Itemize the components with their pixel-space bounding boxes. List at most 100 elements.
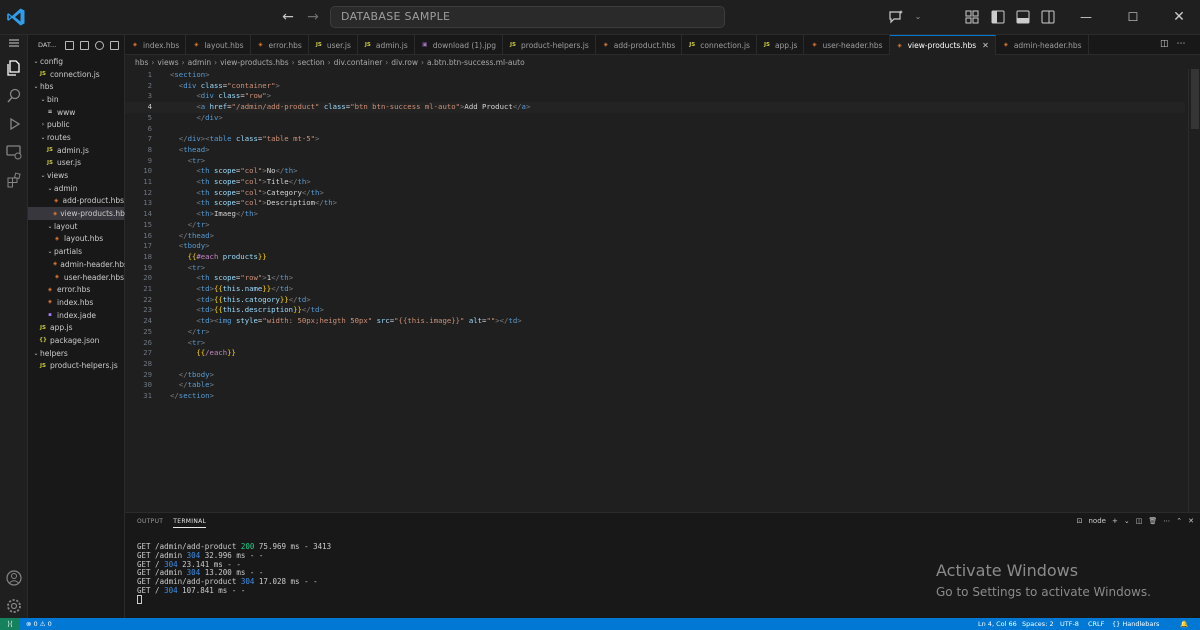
breadcrumb-segment[interactable]: views (157, 58, 178, 67)
code-line[interactable]: 17 <tbody> (125, 241, 1185, 252)
more-actions-icon[interactable]: ⋯ (1163, 517, 1170, 525)
encoding[interactable]: UTF-8 (1060, 618, 1079, 630)
problems-indicator[interactable]: ⊗ 0 ⚠ 0 (26, 618, 52, 630)
explorer-icon[interactable] (5, 59, 23, 77)
copilot-chat-icon[interactable] (888, 9, 904, 25)
more-actions-icon[interactable]: ⋯ (1177, 39, 1186, 49)
cursor-position[interactable]: Ln 4, Col 66 (978, 618, 1017, 630)
workspace-title[interactable]: DAT... (38, 41, 56, 49)
folder-item[interactable]: ⌄ bin (28, 93, 124, 106)
editor-tab[interactable]: ◈ user-header.hbs (804, 35, 890, 55)
code-line[interactable]: 22 <td>{{this.catogory}}</td> (125, 295, 1185, 306)
code-line[interactable]: 2 <div class="container"> (125, 81, 1185, 92)
folder-item[interactable]: ⌄ config (28, 55, 124, 68)
code-line[interactable]: 31 </section> (125, 391, 1185, 402)
folder-item[interactable]: ⌄ views (28, 169, 124, 182)
terminal-prompt[interactable] (137, 595, 142, 605)
folder-item[interactable]: ⌄ admin (28, 182, 124, 195)
minimize-button[interactable]: — (1075, 7, 1097, 27)
code-editor[interactable]: 1 <section> 2 <div class="container"> 3 <di… (125, 69, 1200, 512)
code-line[interactable]: 27 {{/each}} (125, 348, 1185, 359)
file-item[interactable]: ▪ index.jade (28, 309, 124, 322)
editor-tab[interactable]: ◈ admin-header.hbs (996, 35, 1089, 55)
forward-arrow-icon[interactable]: → (305, 9, 321, 25)
remote-indicator-icon[interactable]: ⟩⟨ (0, 618, 20, 630)
code-line[interactable]: 15 </tr> (125, 220, 1185, 231)
code-line[interactable]: 1 <section> (125, 70, 1185, 81)
folder-item[interactable]: ⌄ partials (28, 245, 124, 258)
kill-terminal-icon[interactable]: 🗑 (1148, 517, 1157, 525)
code-line[interactable]: 23 <td>{{this.description}}</td> (125, 305, 1185, 316)
command-center-search[interactable]: DATABASE SAMPLE (330, 6, 725, 28)
file-item[interactable]: ◈ index.hbs (28, 296, 124, 309)
folder-item[interactable]: ⌄ helpers (28, 347, 124, 360)
code-line[interactable]: 6 (125, 124, 1185, 135)
breadcrumb-segment[interactable]: section (298, 58, 325, 67)
folder-item[interactable]: ⌄ routes (28, 131, 124, 144)
chevron-down-icon[interactable]: ⌄ (910, 9, 926, 25)
line-ending[interactable]: CRLF (1088, 618, 1104, 630)
run-debug-icon[interactable] (5, 115, 23, 133)
code-line[interactable]: 25 </tr> (125, 327, 1185, 338)
search-icon[interactable] (5, 87, 23, 105)
code-line[interactable]: 3 <div class="row"> (125, 91, 1185, 102)
editor-tab[interactable]: ◈ layout.hbs (186, 35, 251, 55)
file-item[interactable]: JS product-helpers.js (28, 360, 124, 373)
code-line[interactable]: 14 <th>Imaeg</th> (125, 209, 1185, 220)
code-line[interactable]: 24 <td><img style="width: 50px;heigth 50… (125, 316, 1185, 327)
new-file-icon[interactable] (65, 40, 75, 50)
code-line[interactable]: 28 (125, 359, 1185, 370)
code-line[interactable]: 13 <th scope="col">Descriptiom</th> (125, 198, 1185, 209)
breadcrumb-segment[interactable]: hbs (135, 58, 148, 67)
collapse-all-icon[interactable] (110, 40, 120, 50)
editor-tab[interactable]: JS app.js (757, 35, 805, 55)
folder-item[interactable]: ⌄ layout (28, 220, 124, 233)
code-line[interactable]: 18 {{#each products}} (125, 252, 1185, 263)
editor-scrollbar[interactable] (1188, 69, 1200, 512)
terminal-shell-icon[interactable]: ⊡ (1077, 517, 1083, 525)
editor-tab[interactable]: ◈ index.hbs (125, 35, 187, 55)
editor-tab[interactable]: ◈ view-products.hbs ✕ (889, 35, 996, 55)
code-line[interactable]: 12 <th scope="col">Category</th> (125, 188, 1185, 199)
close-window-button[interactable]: ✕ (1168, 7, 1190, 27)
panel-tab-terminal[interactable]: TERMINAL (173, 518, 207, 528)
code-line[interactable]: 30 </table> (125, 380, 1185, 391)
folder-item[interactable]: › public (28, 118, 124, 131)
terminal-shell-label[interactable]: node (1089, 517, 1106, 525)
menu-icon[interactable] (8, 37, 20, 49)
editor-tab[interactable]: JS user.js (309, 35, 358, 55)
code-line[interactable]: 20 <th scope="row">1</th> (125, 273, 1185, 284)
maximize-button[interactable]: ☐ (1122, 7, 1144, 27)
extensions-icon[interactable] (5, 171, 23, 189)
file-item[interactable]: ◈ user-header.hbs (28, 271, 124, 284)
code-line[interactable]: 5 </div> (125, 113, 1185, 124)
code-line[interactable]: 16 </thead> (125, 231, 1185, 242)
toggle-primary-sidebar-icon[interactable] (990, 9, 1006, 25)
chevron-down-icon[interactable]: ⌄ (1124, 517, 1130, 525)
file-item[interactable]: {} package.json (28, 334, 124, 347)
file-item[interactable]: ◈ admin-header.hbs (28, 258, 128, 271)
code-line[interactable]: 10 <th scope="col">No</th> (125, 166, 1185, 177)
notifications-bell-icon[interactable]: 🔔 (1180, 618, 1188, 630)
settings-gear-icon[interactable] (5, 597, 23, 615)
breadcrumb-segment[interactable]: div.container (334, 58, 383, 67)
file-item[interactable]: JS connection.js (28, 68, 124, 81)
customize-layout-icon[interactable] (964, 9, 980, 25)
file-item[interactable]: ◈ view-products.hbs (28, 207, 129, 220)
file-item[interactable]: ◈ error.hbs (28, 283, 124, 296)
toggle-secondary-sidebar-icon[interactable] (1040, 9, 1056, 25)
panel-tab-output[interactable]: OUTPUT (137, 518, 163, 528)
new-folder-icon[interactable] (80, 40, 90, 50)
new-terminal-icon[interactable]: + (1112, 517, 1118, 525)
indentation[interactable]: Spaces: 2 (1022, 618, 1054, 630)
back-arrow-icon[interactable]: ← (280, 9, 296, 25)
split-editor-icon[interactable]: ◫ (1160, 39, 1169, 49)
editor-tab[interactable]: ◈ add-product.hbs (596, 35, 683, 55)
file-item[interactable]: JS admin.js (28, 144, 124, 157)
close-icon[interactable]: ✕ (982, 41, 989, 50)
account-icon[interactable] (5, 569, 23, 587)
code-line[interactable]: 11 <th scope="col">Title</th> (125, 177, 1185, 188)
maximize-panel-icon[interactable]: ⌃ (1176, 517, 1182, 525)
code-line[interactable]: 7 </div><table class="table mt-5"> (125, 134, 1185, 145)
breadcrumb-segment[interactable]: div.row (391, 58, 418, 67)
